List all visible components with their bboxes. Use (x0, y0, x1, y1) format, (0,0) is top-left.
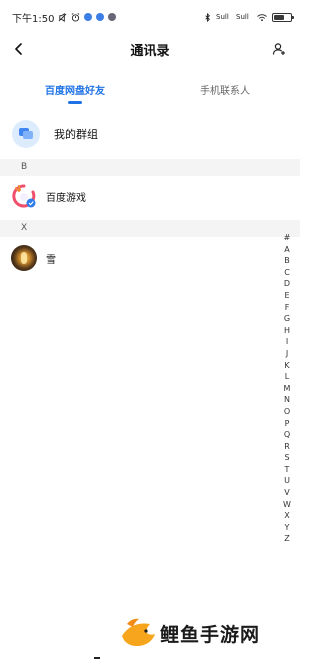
index-letter[interactable]: X (284, 510, 289, 522)
baidu-game-avatar (11, 183, 37, 209)
add-user-icon (272, 43, 285, 55)
group-chat-icon (12, 120, 40, 148)
signal-icon-2: Sull (236, 12, 249, 21)
app-notification-icon (84, 13, 93, 21)
app-notification-icon-2 (96, 13, 105, 21)
tab-active-indicator (68, 101, 82, 104)
bluetooth-icon (205, 12, 210, 22)
avatar (11, 245, 37, 271)
tab-bar: 百度网盘好友 手机联系人 (0, 78, 300, 104)
index-letter[interactable]: L (285, 371, 289, 383)
index-letter[interactable]: A (284, 244, 289, 256)
status-bar: 下午1:50 Sull Sull (0, 0, 300, 34)
index-letter[interactable]: N (284, 394, 290, 406)
section-header-x: X (0, 220, 300, 237)
index-letter[interactable]: G (284, 313, 290, 325)
index-letter[interactable]: D (284, 278, 290, 290)
index-letter[interactable]: P (285, 418, 290, 430)
index-letter[interactable]: W (283, 499, 291, 511)
fish-logo-icon (122, 618, 155, 646)
index-letter[interactable]: I (286, 336, 288, 348)
index-letter[interactable]: R (284, 441, 290, 453)
nav-bar: 通讯录 (0, 34, 300, 64)
index-letter[interactable]: C (284, 267, 290, 279)
status-right: Sull Sull (203, 12, 294, 22)
tab-label: 百度网盘好友 (45, 86, 105, 97)
alphabet-index[interactable]: # A B C D E F G H I J K L M N O P Q R S T U V W X Y Z (282, 232, 292, 545)
index-letter[interactable]: J (286, 348, 288, 360)
index-letter[interactable]: T (285, 464, 290, 476)
tab-baidu-pan-friends[interactable]: 百度网盘好友 (0, 78, 150, 104)
app-notification-icon-3 (108, 13, 117, 21)
chevron-left-icon (15, 43, 22, 55)
index-letter[interactable]: Y (285, 522, 290, 534)
mute-icon (59, 12, 67, 22)
status-time: 下午1:50 (12, 13, 55, 25)
page-title: 通讯录 (130, 43, 170, 59)
index-letter[interactable]: H (284, 325, 290, 337)
index-letter[interactable]: E (284, 290, 289, 302)
battery-icon (272, 12, 294, 22)
index-letter[interactable]: K (284, 360, 289, 372)
index-letter[interactable]: # (284, 232, 291, 244)
wifi-icon (257, 13, 267, 21)
status-left: 下午1:50 (12, 10, 117, 25)
tab-label: 手机联系人 (200, 86, 250, 97)
index-letter[interactable]: V (284, 487, 289, 499)
index-letter[interactable]: Z (284, 533, 289, 545)
watermark: 鲤鱼手游网 (118, 616, 260, 650)
my-groups-item[interactable]: 我的群组 (0, 114, 300, 154)
index-letter[interactable]: B (284, 255, 290, 267)
tab-phone-contacts[interactable]: 手机联系人 (150, 78, 300, 104)
index-letter[interactable]: U (284, 475, 290, 487)
contact-row[interactable]: 百度游戏 (0, 178, 282, 214)
index-letter[interactable]: Q (284, 429, 290, 441)
section-header-b: B (0, 159, 300, 176)
home-indicator (94, 657, 100, 659)
signal-icon-1: Sull (216, 12, 229, 21)
contact-row[interactable]: 雪 (0, 240, 282, 276)
watermark-text: 鲤鱼手游网 (160, 623, 261, 646)
my-groups-label: 我的群组 (54, 128, 98, 141)
index-letter[interactable]: S (284, 452, 289, 464)
index-letter[interactable]: O (284, 406, 290, 418)
index-letter[interactable]: M (284, 383, 291, 395)
contact-name: 百度游戏 (46, 192, 86, 204)
index-letter[interactable]: F (285, 302, 290, 314)
add-friend-button[interactable] (268, 38, 290, 60)
alarm-icon (72, 12, 80, 22)
contact-name: 雪 (46, 254, 56, 266)
back-button[interactable] (8, 38, 30, 60)
